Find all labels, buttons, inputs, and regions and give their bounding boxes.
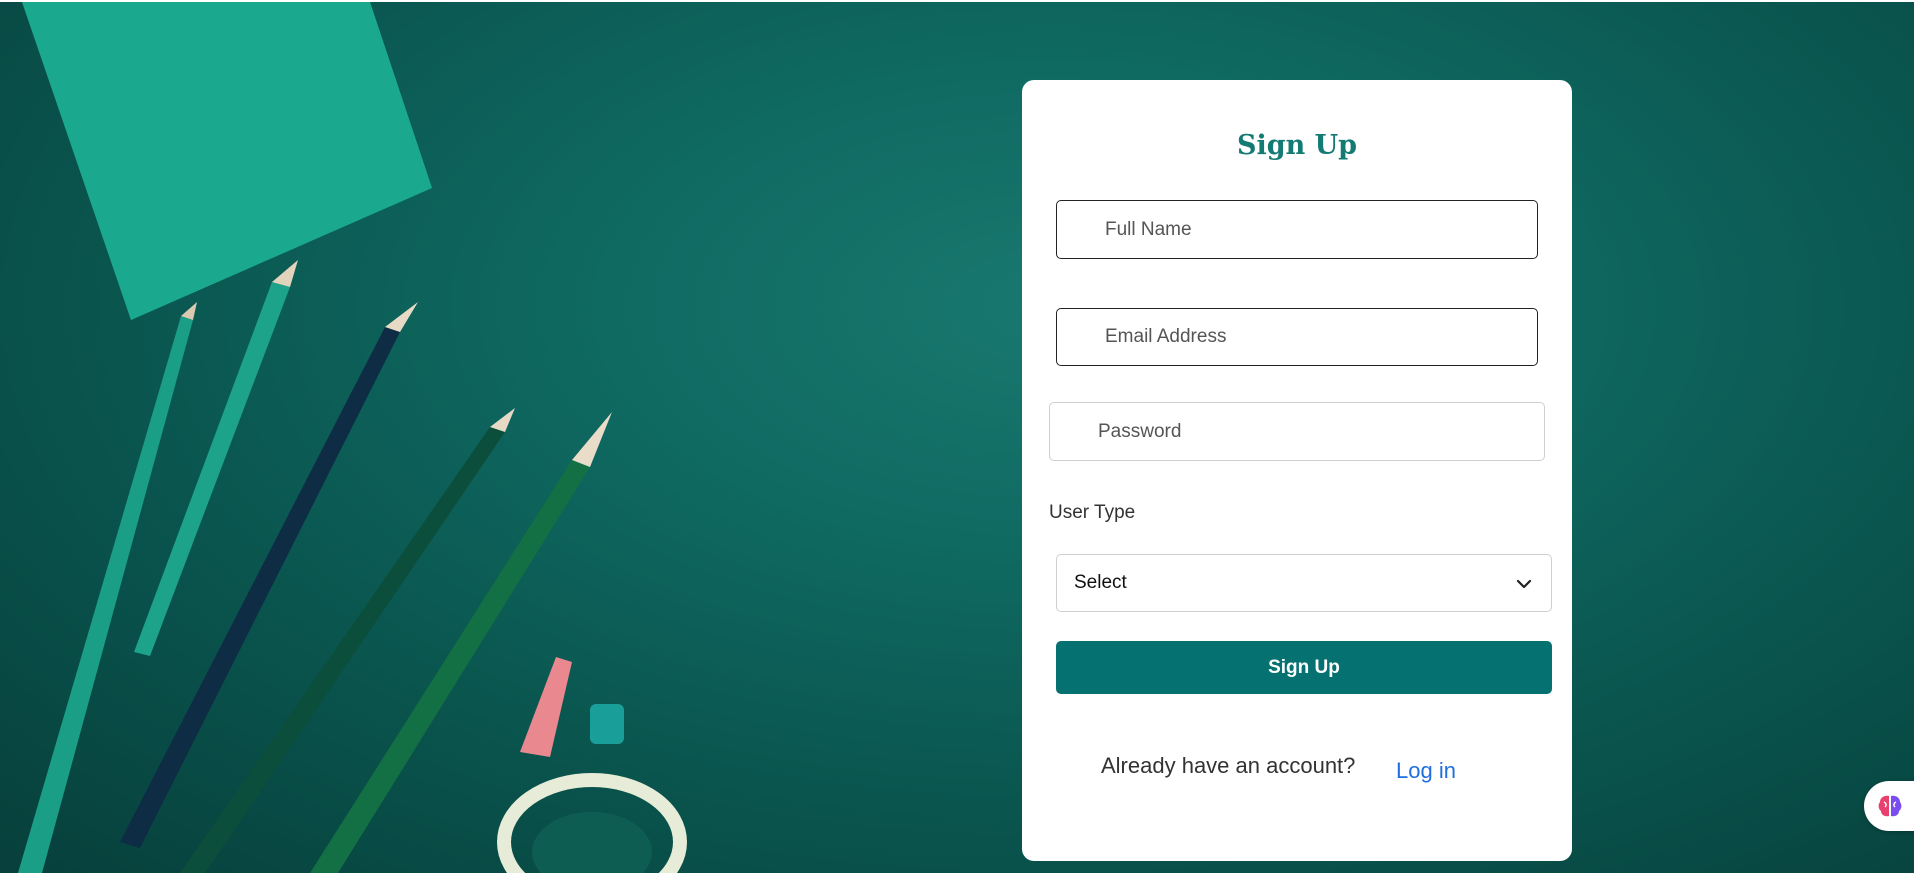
sign-up-button[interactable]: Sign Up [1056,641,1552,694]
brain-icon [1878,795,1902,817]
page-title: Sign Up [1236,130,1358,161]
background-image [0,2,1914,873]
assistant-floating-button[interactable] [1864,781,1914,831]
signup-card: Sign Up User Type Select Sign Up Already… [1022,80,1572,861]
login-link[interactable]: Log in [1396,758,1456,784]
password-input[interactable] [1049,402,1545,461]
already-account-text: Already have an account? [1101,753,1356,778]
email-input[interactable] [1056,308,1538,366]
full-name-input[interactable] [1056,200,1538,259]
user-type-selected-value: Select [1074,572,1127,593]
chevron-down-icon [1516,579,1532,589]
user-type-select[interactable]: Select [1056,554,1552,612]
user-type-label: User Type [1049,502,1136,523]
desk-illustration [18,2,687,873]
